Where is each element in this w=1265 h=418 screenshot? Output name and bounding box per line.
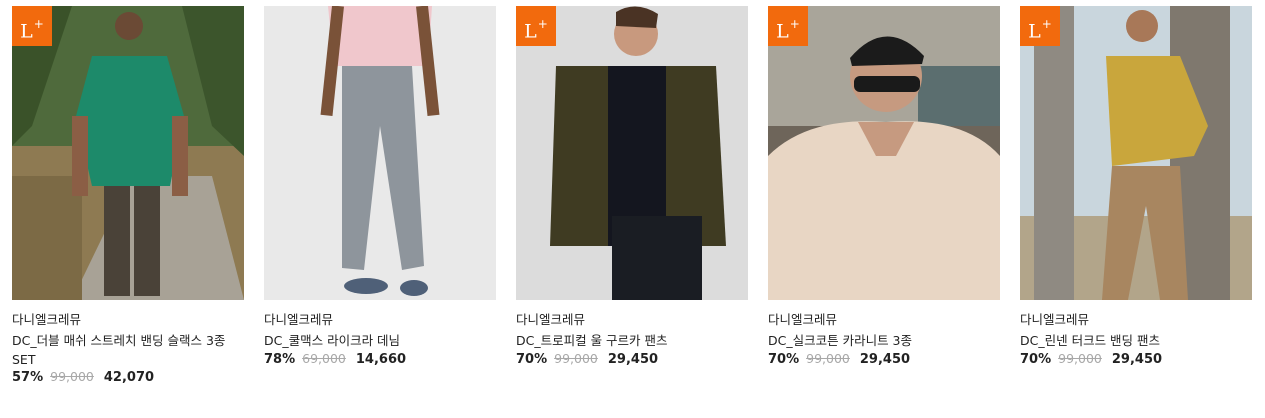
product-card[interactable]: 다니엘크레뮤 DC_쿨맥스 라이크라 데님 (264, 6, 496, 369)
product-image[interactable] (264, 6, 496, 300)
sale-price: 29,450 (1111, 352, 1163, 367)
product-photo-collar-knit (768, 6, 1000, 300)
product-image[interactable]: L+ (12, 6, 244, 300)
original-price: 99,000 (1058, 351, 1102, 366)
discount-rate: 57% (12, 370, 44, 385)
sale-price: 29,450 (607, 352, 659, 367)
discount-rate: 70% (1020, 352, 1052, 367)
lplus-badge: L+ (12, 6, 52, 46)
discount-rate: 70% (516, 352, 548, 367)
product-card[interactable]: L+ 다니엘크레뮤 DC_린넨 터크드 밴딩 팬츠 (1020, 6, 1252, 369)
product-card[interactable]: L+ 다니엘크레뮤 DC_더블 매쉬 스트레치 밴딩 슬랙스 3종 SET (12, 6, 244, 369)
price-row: 78% 69,000 14,660 (264, 350, 406, 369)
price-row: 70% 99,000 29,450 (516, 350, 658, 369)
price-row: 70% 99,000 29,450 (1020, 350, 1162, 369)
product-name[interactable]: DC_더블 매쉬 스트레치 밴딩 슬랙스 3종 SET (12, 331, 244, 369)
price-row: 57% 99,000 42,070 (12, 368, 154, 387)
product-brand: 다니엘크레뮤 (264, 312, 334, 327)
original-price: 99,000 (50, 369, 94, 384)
product-photo-grey-denim (264, 6, 496, 300)
original-price: 99,000 (806, 351, 850, 366)
product-image[interactable]: L+ (516, 6, 748, 300)
product-brand: 다니엘크레뮤 (1020, 312, 1090, 327)
product-photo-linen-pants (1020, 6, 1252, 300)
product-photo-green-shirt (12, 6, 244, 300)
product-brand: 다니엘크레뮤 (516, 312, 586, 327)
product-photo-leather-jacket (516, 6, 748, 300)
discount-rate: 70% (768, 352, 800, 367)
product-card[interactable]: L+ 다니엘크레뮤 DC_트로피컬 울 구르카 팬츠 (516, 6, 748, 369)
lplus-badge: L+ (1020, 6, 1060, 46)
original-price: 69,000 (302, 351, 346, 366)
product-image[interactable]: L+ (1020, 6, 1252, 300)
product-brand: 다니엘크레뮤 (768, 312, 838, 327)
sale-price: 42,070 (103, 370, 155, 385)
product-grid: L+ 다니엘크레뮤 DC_더블 매쉬 스트레치 밴딩 슬랙스 3종 SET 57… (0, 0, 1265, 418)
product-card[interactable]: L+ 다니엘크레뮤 DC_실크코튼 카라니트 3종 (768, 6, 1000, 369)
lplus-badge: L+ (516, 6, 556, 46)
discount-rate: 78% (264, 352, 296, 367)
original-price: 99,000 (554, 351, 598, 366)
sale-price: 14,660 (355, 352, 407, 367)
lplus-badge: L+ (768, 6, 808, 46)
product-image[interactable]: L+ (768, 6, 1000, 300)
price-row: 70% 99,000 29,450 (768, 350, 910, 369)
product-brand: 다니엘크레뮤 (12, 312, 82, 327)
sale-price: 29,450 (859, 352, 911, 367)
